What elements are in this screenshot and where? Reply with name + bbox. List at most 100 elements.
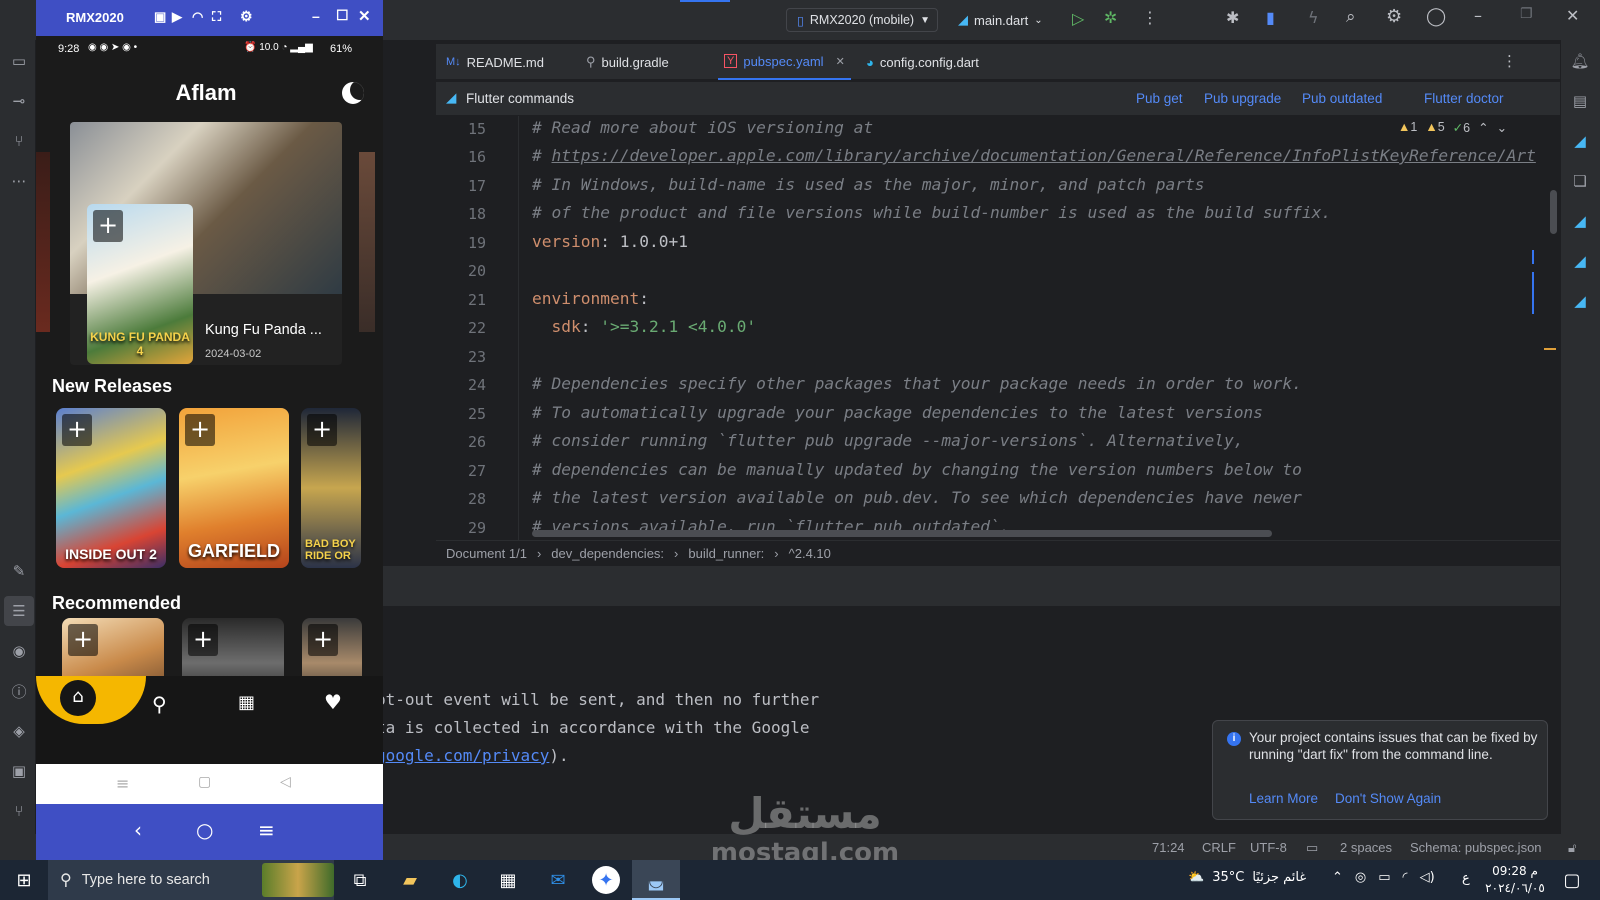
gradle-icon[interactable]: ▤ — [1569, 90, 1591, 112]
run-button[interactable]: ▷ — [1072, 9, 1084, 28]
pull-requests-icon[interactable]: ⑂ — [8, 130, 30, 152]
flutter-inspector-icon[interactable]: ◢ — [1569, 130, 1591, 152]
carousel-prev-peek[interactable] — [36, 152, 50, 332]
learn-more-link[interactable]: Learn More — [1249, 791, 1318, 806]
app-quality-icon[interactable]: ◈ — [8, 720, 30, 742]
commit-icon[interactable]: ⊸ — [8, 90, 30, 112]
heart-icon[interactable]: ♥ — [324, 690, 342, 714]
version-control-icon[interactable]: ⑂ — [8, 800, 30, 822]
tab-build-gradle[interactable]: ⚲ build.gradle — [586, 44, 669, 80]
input-language[interactable]: ع — [1462, 871, 1470, 886]
pub-upgrade-link[interactable]: Pub upgrade — [1204, 91, 1281, 106]
device-selector[interactable]: ▯ RMX2020 (mobile) ▼ — [786, 8, 938, 32]
home-circle-icon[interactable]: ○ — [196, 818, 213, 842]
chevron-up-icon[interactable]: ⌃ — [1478, 120, 1488, 135]
movie-poster[interactable]: + GARFIELD — [179, 408, 289, 568]
flutter-doctor-link[interactable]: Flutter doctor — [1424, 91, 1504, 106]
terminal-icon[interactable]: ▣ — [8, 760, 30, 782]
device-mirror-icon[interactable]: ▮ — [1266, 8, 1275, 27]
notification-center-icon[interactable]: ▢ — [1558, 866, 1586, 894]
minimize-button[interactable]: – — [1474, 6, 1482, 25]
indent-setting[interactable]: 2 spaces — [1340, 840, 1392, 855]
device-manager-icon[interactable]: ✱ — [1226, 8, 1239, 27]
breadcrumb-item[interactable]: dev_dependencies: — [551, 546, 664, 561]
breadcrumb-item[interactable]: ^2.4.10 — [789, 546, 831, 561]
minimize-button[interactable]: – — [312, 8, 320, 24]
home-circle-icon[interactable]: ▢ — [198, 774, 211, 790]
clock[interactable]: 09:28 م ٢٠٢٤/٠٦/٠٥ — [1480, 863, 1550, 897]
taskbar-active-app[interactable]: ◛ — [632, 860, 680, 900]
back-icon[interactable]: ◁ — [280, 774, 291, 790]
add-to-watchlist-button[interactable]: + — [308, 624, 338, 656]
weather-widget[interactable]: ⛅ 35°C غائم جزئيًا — [1188, 870, 1306, 885]
close-tab-icon[interactable]: ✕ — [836, 55, 845, 68]
logcat-icon[interactable]: ◉ — [8, 640, 30, 662]
add-to-watchlist-button[interactable]: + — [307, 414, 337, 446]
privacy-link[interactable]: google.com/privacy — [376, 746, 549, 765]
task-view-icon[interactable]: ⧉ — [346, 866, 374, 894]
taskbar-search-box[interactable]: ⚲ Type here to search — [48, 860, 334, 900]
json-schema[interactable]: Schema: pubspec.json — [1410, 840, 1542, 855]
movie-poster[interactable]: + INSIDE OUT 2 — [56, 408, 166, 568]
file-explorer-icon[interactable]: ▰ — [396, 866, 424, 894]
featured-card[interactable]: + KUNG FU PANDA 4 Kung Fu Panda ... 2024… — [70, 122, 342, 365]
add-to-watchlist-button[interactable]: + — [188, 624, 218, 656]
edge-icon[interactable]: ◐ — [446, 866, 474, 894]
add-to-watchlist-button[interactable]: + — [68, 624, 98, 656]
account-icon[interactable]: ◯ — [1426, 6, 1446, 27]
flutter-deeplinks-icon[interactable]: ◢ — [1569, 290, 1591, 312]
camera-icon[interactable]: ▣ — [154, 9, 166, 25]
maximize-button[interactable]: ☐ — [336, 7, 349, 24]
problems-icon[interactable]: ⓘ — [8, 680, 30, 702]
device-manager-icon[interactable]: ✎ — [8, 560, 30, 582]
debug-button[interactable]: ✲ — [1104, 8, 1117, 27]
lock-icon[interactable]: 🔓︎ — [1568, 840, 1576, 856]
add-to-watchlist-button[interactable]: + — [62, 414, 92, 446]
home-icon[interactable]: ⌂ — [60, 680, 96, 716]
app-icon[interactable]: ✦ — [592, 866, 620, 894]
code-url-link[interactable]: https://developer.apple.com/library/arch… — [552, 146, 1536, 165]
fullscreen-icon[interactable]: ⛶ — [212, 9, 221, 25]
carousel-next-peek[interactable] — [359, 152, 375, 332]
restore-button[interactable]: ❐ — [1520, 6, 1533, 22]
device-file-explorer-icon[interactable]: ❏ — [1569, 170, 1591, 192]
breadcrumb-item[interactable]: Document 1/1 — [446, 546, 527, 561]
hot-reload-icon[interactable]: ϟ — [1308, 8, 1319, 27]
add-to-watchlist-button[interactable]: + — [93, 210, 123, 242]
pub-get-link[interactable]: Pub get — [1136, 91, 1183, 106]
movies-icon[interactable]: ▦ — [238, 692, 255, 713]
wifi-icon[interactable]: ◜ — [1403, 870, 1408, 885]
close-button[interactable]: ✕ — [358, 7, 371, 25]
horizontal-scrollbar[interactable] — [532, 530, 1272, 537]
flutter-outline-icon[interactable]: ◢ — [1569, 210, 1591, 232]
featured-poster[interactable]: + KUNG FU PANDA 4 — [87, 204, 193, 364]
code-editor[interactable]: ▲1 ▲5 ✓6 ⌃ ⌄ 15 16 17 18 19 20 21 22 23 … — [436, 116, 1560, 540]
battery-icon[interactable]: ▭ — [1378, 870, 1390, 885]
more-tools-icon[interactable]: ⋯ — [8, 170, 30, 192]
line-separator[interactable]: CRLF — [1202, 840, 1236, 855]
run-icon[interactable]: ☰ — [4, 596, 34, 626]
cursor-position[interactable]: 71:24 — [1152, 840, 1185, 855]
dont-show-again-link[interactable]: Don't Show Again — [1335, 791, 1441, 806]
breadcrumb-item[interactable]: build_runner: — [688, 546, 764, 561]
tab-config-dart[interactable]: ◕ config.config.dart — [866, 44, 979, 80]
readonly-icon[interactable]: ▭ — [1306, 840, 1318, 856]
vertical-scrollbar[interactable] — [1550, 190, 1557, 234]
meet-icon[interactable]: ◎ — [1355, 870, 1366, 885]
add-to-watchlist-button[interactable]: + — [185, 414, 215, 446]
chevron-up-icon[interactable]: ⌃ — [1332, 870, 1343, 885]
project-icon[interactable]: ▭ — [8, 50, 30, 72]
search-icon[interactable]: ⌕ — [1346, 7, 1356, 27]
notifications-icon[interactable]: 🔔︎ — [1569, 50, 1591, 72]
settings-icon[interactable]: ⚙ — [1386, 6, 1402, 27]
windows-start-icon[interactable]: ⊞ — [10, 866, 38, 894]
chevron-down-icon[interactable]: ⌄ — [1497, 120, 1507, 135]
tab-options-icon[interactable]: ⋮ — [1502, 52, 1517, 70]
video-icon[interactable]: ▶ — [172, 9, 182, 25]
inspection-widget[interactable]: ▲1 ▲5 ✓6 ⌃ ⌄ — [1398, 120, 1507, 135]
tab-pubspec[interactable]: Y pubspec.yaml ✕ — [718, 44, 851, 80]
file-encoding[interactable]: UTF-8 — [1250, 840, 1287, 855]
volume-icon[interactable]: ◁) — [1420, 870, 1435, 885]
flutter-performance-icon[interactable]: ◢ — [1569, 250, 1591, 272]
gear-icon[interactable]: ⚙ — [240, 8, 253, 25]
